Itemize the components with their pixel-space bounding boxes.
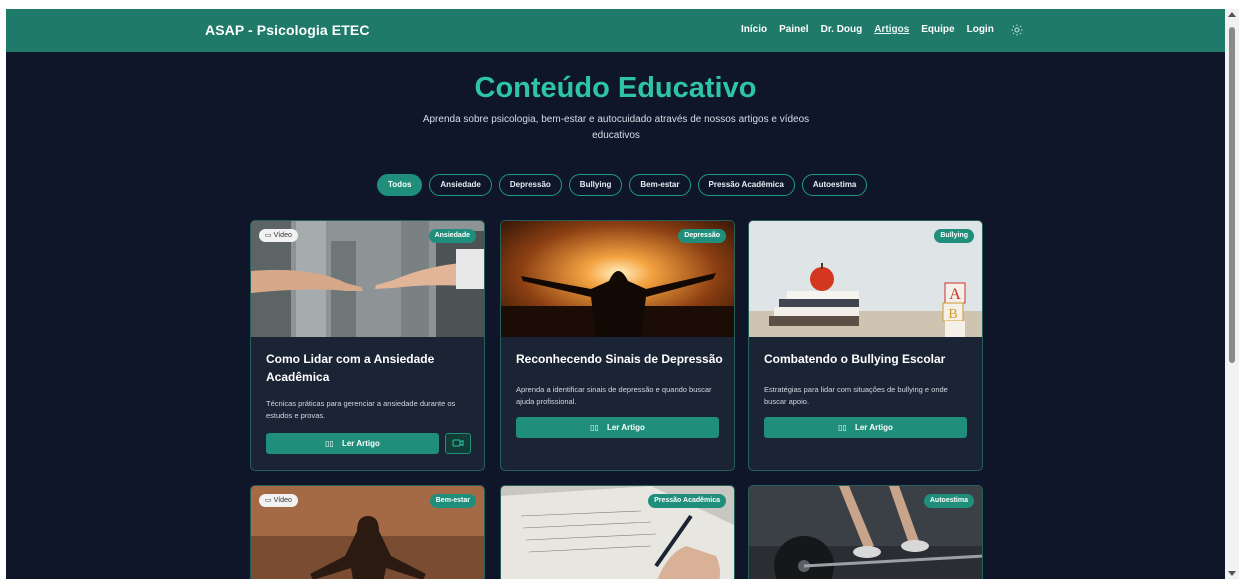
nav-link-painel[interactable]: Painel <box>779 24 808 35</box>
filter-pressao-academica[interactable]: Pressão Acadêmica <box>697 174 795 196</box>
svg-text:B: B <box>948 307 957 322</box>
read-article-button[interactable]: ▯▯ Ler Artigo <box>764 417 967 438</box>
scroll-down-arrow-icon[interactable] <box>1228 571 1236 576</box>
video-tag: ▭ Vídeo <box>259 494 298 507</box>
article-card-ansiedade[interactable]: ▭ Vídeo Ansiedade Como Lidar com a Ansie… <box>250 220 485 471</box>
book-icon: ▯▯ <box>838 423 847 432</box>
read-article-label: Ler Artigo <box>341 439 380 448</box>
article-image-sunset: Depressão <box>501 221 734 337</box>
filter-autoestima[interactable]: Autoestima <box>801 174 868 196</box>
read-article-label: Ler Artigo <box>854 423 893 432</box>
filter-bem-estar[interactable]: Bem-estar <box>629 174 691 196</box>
page-subtitle: Aprenda sobre psicologia, bem-estar e au… <box>422 114 810 141</box>
article-card-pressao-academica[interactable]: Pressão Acadêmica <box>500 485 735 579</box>
article-image-hands: ▭ Vídeo Ansiedade <box>251 221 484 337</box>
nav-link-equipe[interactable]: Equipe <box>921 24 954 35</box>
theme-toggle-sun-icon[interactable] <box>1011 23 1023 36</box>
category-filters: Todos Ansiedade Depressão Bullying Bem-e… <box>377 174 868 196</box>
article-image-meditation: ▭ Vídeo Bem-estar <box>251 486 484 579</box>
read-article-button[interactable]: ▯▯ Ler Artigo <box>516 417 719 438</box>
category-badge: Pressão Acadêmica <box>648 494 726 508</box>
article-image-weights: Autoestima <box>749 486 982 579</box>
category-badge: Bem-estar <box>429 494 476 508</box>
watch-video-button[interactable] <box>445 433 471 454</box>
category-badge: Autoestima <box>923 494 974 508</box>
read-article-label: Ler Artigo <box>606 423 645 432</box>
video-camera-icon <box>452 439 464 447</box>
article-card-bullying[interactable]: A B Bullying Combatendo o Bullying Escol… <box>748 220 983 471</box>
page-title: Conteúdo Educativo <box>474 72 757 104</box>
video-tag-label: Vídeo <box>273 497 292 504</box>
video-tag: ▭ Vídeo <box>259 229 298 242</box>
nav-links: Início Painel Dr. Doug Artigos Equipe Lo… <box>741 24 994 35</box>
svg-text:A: A <box>949 286 961 303</box>
scrollbar-thumb[interactable] <box>1229 27 1235 363</box>
article-description: Técnicas práticas para gerenciar a ansie… <box>266 399 456 420</box>
navbar: ASAP - Psicologia ETEC Início Painel Dr.… <box>6 9 1225 52</box>
brand-logo-text[interactable]: ASAP - Psicologia ETEC <box>205 22 370 38</box>
book-icon: ▯▯ <box>325 439 334 448</box>
nav-link-login[interactable]: Login <box>967 24 994 35</box>
article-title: Combatendo o Bullying Escolar <box>764 352 946 366</box>
nav-link-dr-doug[interactable]: Dr. Doug <box>821 24 863 35</box>
article-image-writing: Pressão Acadêmica <box>501 486 734 579</box>
scroll-up-arrow-icon[interactable] <box>1228 12 1236 17</box>
article-title: Como Lidar com a Ansiedade Acadêmica <box>266 352 435 384</box>
article-title: Reconhecendo Sinais de Depressão <box>516 352 723 366</box>
video-tag-label: Vídeo <box>273 232 292 239</box>
filter-depressao[interactable]: Depressão <box>498 174 562 196</box>
article-card-depressao[interactable]: Depressão Reconhecendo Sinais de Depress… <box>500 220 735 471</box>
category-badge: Ansiedade <box>428 229 476 243</box>
book-icon: ▯▯ <box>590 423 599 432</box>
article-card-bem-estar[interactable]: ▭ Vídeo Bem-estar <box>250 485 485 579</box>
category-badge: Bullying <box>934 229 974 243</box>
page-scrollbar[interactable] <box>1225 9 1239 579</box>
article-description: Estratégias para lidar com situações de … <box>764 385 948 406</box>
article-description: Aprenda a identificar sinais de depressã… <box>516 385 712 406</box>
nav-link-artigos[interactable]: Artigos <box>874 24 909 35</box>
filter-ansiedade[interactable]: Ansiedade <box>429 174 492 196</box>
read-article-button[interactable]: ▯▯ Ler Artigo <box>266 433 439 454</box>
filter-bullying[interactable]: Bullying <box>568 174 623 196</box>
filter-todos[interactable]: Todos <box>377 174 423 196</box>
category-badge: Depressão <box>678 229 726 243</box>
article-card-autoestima[interactable]: Autoestima <box>748 485 983 579</box>
article-image-apple-books: A B Bullying <box>749 221 982 337</box>
page-viewport: ASAP - Psicologia ETEC Início Painel Dr.… <box>6 9 1225 579</box>
nav-link-inicio[interactable]: Início <box>741 24 767 35</box>
